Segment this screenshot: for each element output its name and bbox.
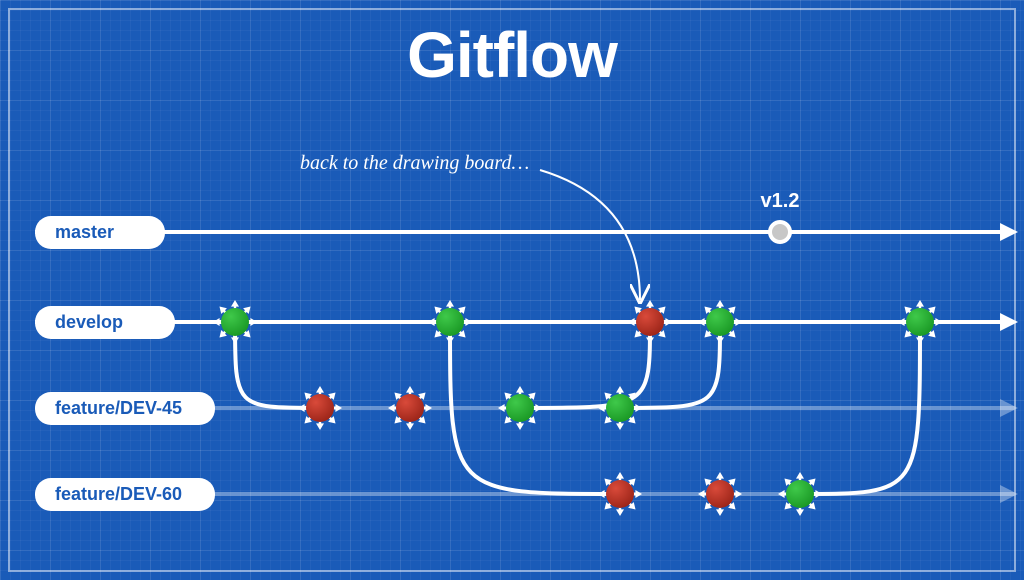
branch-label-develop: develop — [35, 306, 175, 339]
commit-dot — [606, 394, 634, 422]
branch-label-master: master — [35, 216, 165, 249]
commit-dot — [706, 480, 734, 508]
commit-dot — [306, 394, 334, 422]
branch-line-master — [35, 230, 1014, 234]
tag-label: v1.2 — [760, 190, 800, 213]
commit-dot — [396, 394, 424, 422]
commit-dot — [506, 394, 534, 422]
branch-arrow-develop — [1000, 313, 1018, 331]
commit-dot — [221, 308, 249, 336]
diagram-title: Gitflow — [0, 18, 1024, 92]
branch-arrow-master — [1000, 223, 1018, 241]
commit-dot — [436, 308, 464, 336]
branch-line-develop — [35, 320, 1014, 324]
commit-dot — [906, 308, 934, 336]
tag-commit-dot — [768, 220, 792, 244]
commit-dot — [786, 480, 814, 508]
annotation-text: back to the drawing board… — [300, 152, 529, 175]
branch-arrow-feature-DEV-60 — [1000, 485, 1018, 503]
branch-label-feature-DEV-45: feature/DEV-45 — [35, 392, 215, 425]
commit-dot — [606, 480, 634, 508]
commit-dot — [636, 308, 664, 336]
commit-dot — [706, 308, 734, 336]
branch-arrow-feature-DEV-45 — [1000, 399, 1018, 417]
branch-label-feature-DEV-60: feature/DEV-60 — [35, 478, 215, 511]
